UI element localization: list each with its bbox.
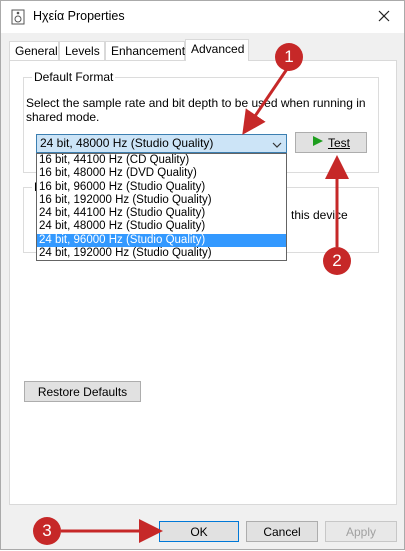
properties-window: Ηχεία Properties General Levels Enhancem… [0,0,405,550]
step-marker-2: 2 [323,247,351,275]
step-marker-3: 3 [33,517,61,545]
step-marker-1: 1 [275,43,303,71]
arrow-1 [242,68,289,135]
annotation-arrows [61,68,349,543]
